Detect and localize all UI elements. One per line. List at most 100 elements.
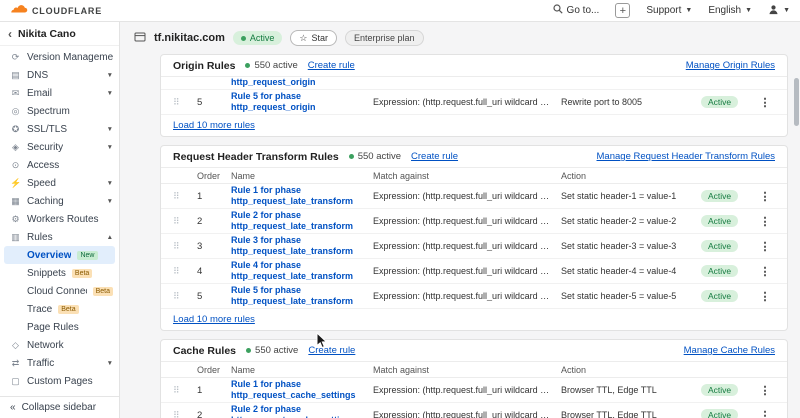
table-row: ⠿ 2 Rule 2 for phase http_request_cache_… [161,403,787,418]
load-more-link[interactable]: Load 10 more rules [173,314,255,325]
kebab-menu-icon[interactable]: ⋮ [755,190,775,203]
caching-icon: ▦ [10,196,21,207]
back-chevron-icon: ‹ [8,27,12,41]
chevron-down-icon: ▼ [745,7,752,14]
sidebar-item-rules[interactable]: ▥ Rules ▲ [0,228,119,246]
column-name: Name [231,365,373,375]
section-title: Request Header Transform Rules [173,151,339,163]
kebab-menu-icon[interactable]: ⋮ [755,96,775,109]
sidebar-item-label: Snippets [27,268,66,279]
create-rule-link[interactable]: Create rule [308,345,355,356]
status-badge: Active [701,265,738,277]
cloudflare-logo[interactable]: CLOUDFLARE [10,4,102,18]
rule-action: Rewrite port to 8005 [561,97,701,107]
rule-action: Browser TTL, Edge TTL [561,385,701,395]
manage-origin-rules-link[interactable]: Manage Origin Rules [686,60,775,71]
add-site-button[interactable]: + [615,3,630,18]
kebab-menu-icon[interactable]: ⋮ [755,215,775,228]
sidebar-item-speed[interactable]: ⚡ Speed ▼ [0,174,119,192]
rule-name-link[interactable]: Rule 4 for phase http_request_late_trans… [231,260,373,283]
load-more-link[interactable]: Load 10 more rules [173,120,255,131]
kebab-menu-icon[interactable]: ⋮ [755,265,775,278]
sidebar-item-rules-cloud-connector[interactable]: Cloud Connector Beta [0,282,119,300]
sidebar-item-caching[interactable]: ▦ Caching ▼ [0,192,119,210]
kebab-menu-icon[interactable]: ⋮ [755,290,775,303]
section-status: 550 active [246,345,298,356]
star-button[interactable]: ☆ Star [290,30,337,46]
kebab-menu-icon[interactable]: ⋮ [755,240,775,253]
sidebar-item-network[interactable]: ◇ Network [0,336,119,354]
scrollbar-thumb[interactable] [794,78,799,126]
manage-cache-rules-link[interactable]: Manage Cache Rules [684,345,775,356]
kebab-menu-icon[interactable]: ⋮ [755,384,775,397]
drag-handle-icon[interactable]: ⠿ [173,410,197,418]
plan-label: Enterprise plan [354,32,415,44]
manage-request-header-transform-rules-link[interactable]: Manage Request Header Transform Rules [597,151,775,162]
account-switcher[interactable]: ‹ Nikita Cano [0,22,119,46]
sidebar-item-rules-snippets[interactable]: Snippets Beta [0,264,119,282]
workers-icon: ⚙ [10,214,21,225]
sidebar-item-label: Overview [27,250,71,261]
sidebar-item-rules-overview[interactable]: Overview New [4,246,115,264]
dns-icon: ▤ [10,70,21,81]
create-rule-link[interactable]: Create rule [411,151,458,162]
drag-handle-icon[interactable]: ⠿ [173,241,197,252]
collapse-sidebar-button[interactable]: « Collapse sidebar [0,396,119,418]
sidebar-item-email[interactable]: ✉ Email ▼ [0,84,119,102]
section-title: Origin Rules [173,60,235,72]
support-menu[interactable]: Support ▼ [646,5,692,16]
active-count: 550 active [255,345,298,356]
kebab-menu-icon[interactable]: ⋮ [755,409,775,418]
drag-handle-icon[interactable]: ⠿ [173,216,197,227]
rule-action: Set static header-4 = value-4 [561,266,701,276]
search-label: Go to... [567,5,600,16]
language-menu[interactable]: English ▼ [708,5,752,16]
rule-name-link[interactable]: Rule 3 for phase http_request_late_trans… [231,235,373,258]
rule-name-link[interactable]: Rule 5 for phase http_request_late_trans… [231,285,373,308]
column-name: Name [231,171,373,181]
drag-handle-icon[interactable]: ⠿ [173,191,197,202]
drag-handle-icon[interactable]: ⠿ [173,385,197,396]
table-row: ⠿ 5 Rule 5 for phase http_request_origin… [161,90,787,115]
sidebar-item-ssl-tls[interactable]: ✪ SSL/TLS ▼ [0,120,119,138]
rule-name-link[interactable]: Rule 5 for phase http_request_origin [231,91,373,114]
rule-order: 3 [197,241,231,252]
rule-name-link[interactable]: Rule 1 for phase http_request_cache_sett… [231,379,373,402]
collapse-icon: « [10,402,16,413]
sidebar-item-label: Traffic [27,358,54,369]
drag-handle-icon[interactable]: ⠿ [173,266,197,277]
sidebar-item-rules-page-rules[interactable]: Page Rules [0,318,119,336]
sidebar-item-dns[interactable]: ▤ DNS ▼ [0,66,119,84]
rule-match: Expression: (http.request.full_uri wildc… [373,216,561,226]
sidebar-item-label: Workers Routes [27,214,99,225]
sidebar-item-version-management[interactable]: ⟳ Version Management [0,48,119,66]
sidebar-item-access[interactable]: ⊙ Access [0,156,119,174]
user-menu[interactable]: ▼ [768,4,790,18]
table-row-partial: http_request_origin [161,77,787,90]
sidebar-item-label: DNS [27,70,48,81]
sidebar-item-custom-pages[interactable]: ▢ Custom Pages [0,372,119,390]
sidebar-item-traffic[interactable]: ⇄ Traffic ▼ [0,354,119,372]
drag-handle-icon[interactable]: ⠿ [173,291,197,302]
rule-name-link[interactable]: Rule 2 for phase http_request_late_trans… [231,210,373,233]
sidebar-item-spectrum[interactable]: ◎ Spectrum [0,102,119,120]
rule-name-link[interactable]: Rule 2 for phase http_request_cache_sett… [231,404,373,418]
status-dot-icon [246,348,251,353]
global-search[interactable]: Go to... [553,4,600,17]
spectrum-icon: ◎ [10,106,21,117]
zone-status-badge: Active [233,31,283,45]
drag-handle-icon[interactable]: ⠿ [173,97,197,108]
active-count: 550 active [254,60,297,71]
email-icon: ✉ [10,88,21,99]
create-rule-link[interactable]: Create rule [308,60,355,71]
sidebar-item-security[interactable]: ◈ Security ▼ [0,138,119,156]
sidebar-item-workers-routes[interactable]: ⚙ Workers Routes [0,210,119,228]
topbar-actions: Go to... + Support ▼ English ▼ ▼ [553,3,790,18]
rule-name-link[interactable]: Rule 1 for phase http_request_late_trans… [231,185,373,208]
rule-action: Set static header-3 = value-3 [561,241,701,251]
sidebar-item-rules-trace[interactable]: Trace Beta [0,300,119,318]
rule-name-link[interactable]: http_request_origin [231,77,373,88]
sidebar-item-label: SSL/TLS [27,124,67,135]
table-row: ⠿ 3 Rule 3 for phase http_request_late_t… [161,234,787,259]
status-badge: Active [701,96,738,108]
